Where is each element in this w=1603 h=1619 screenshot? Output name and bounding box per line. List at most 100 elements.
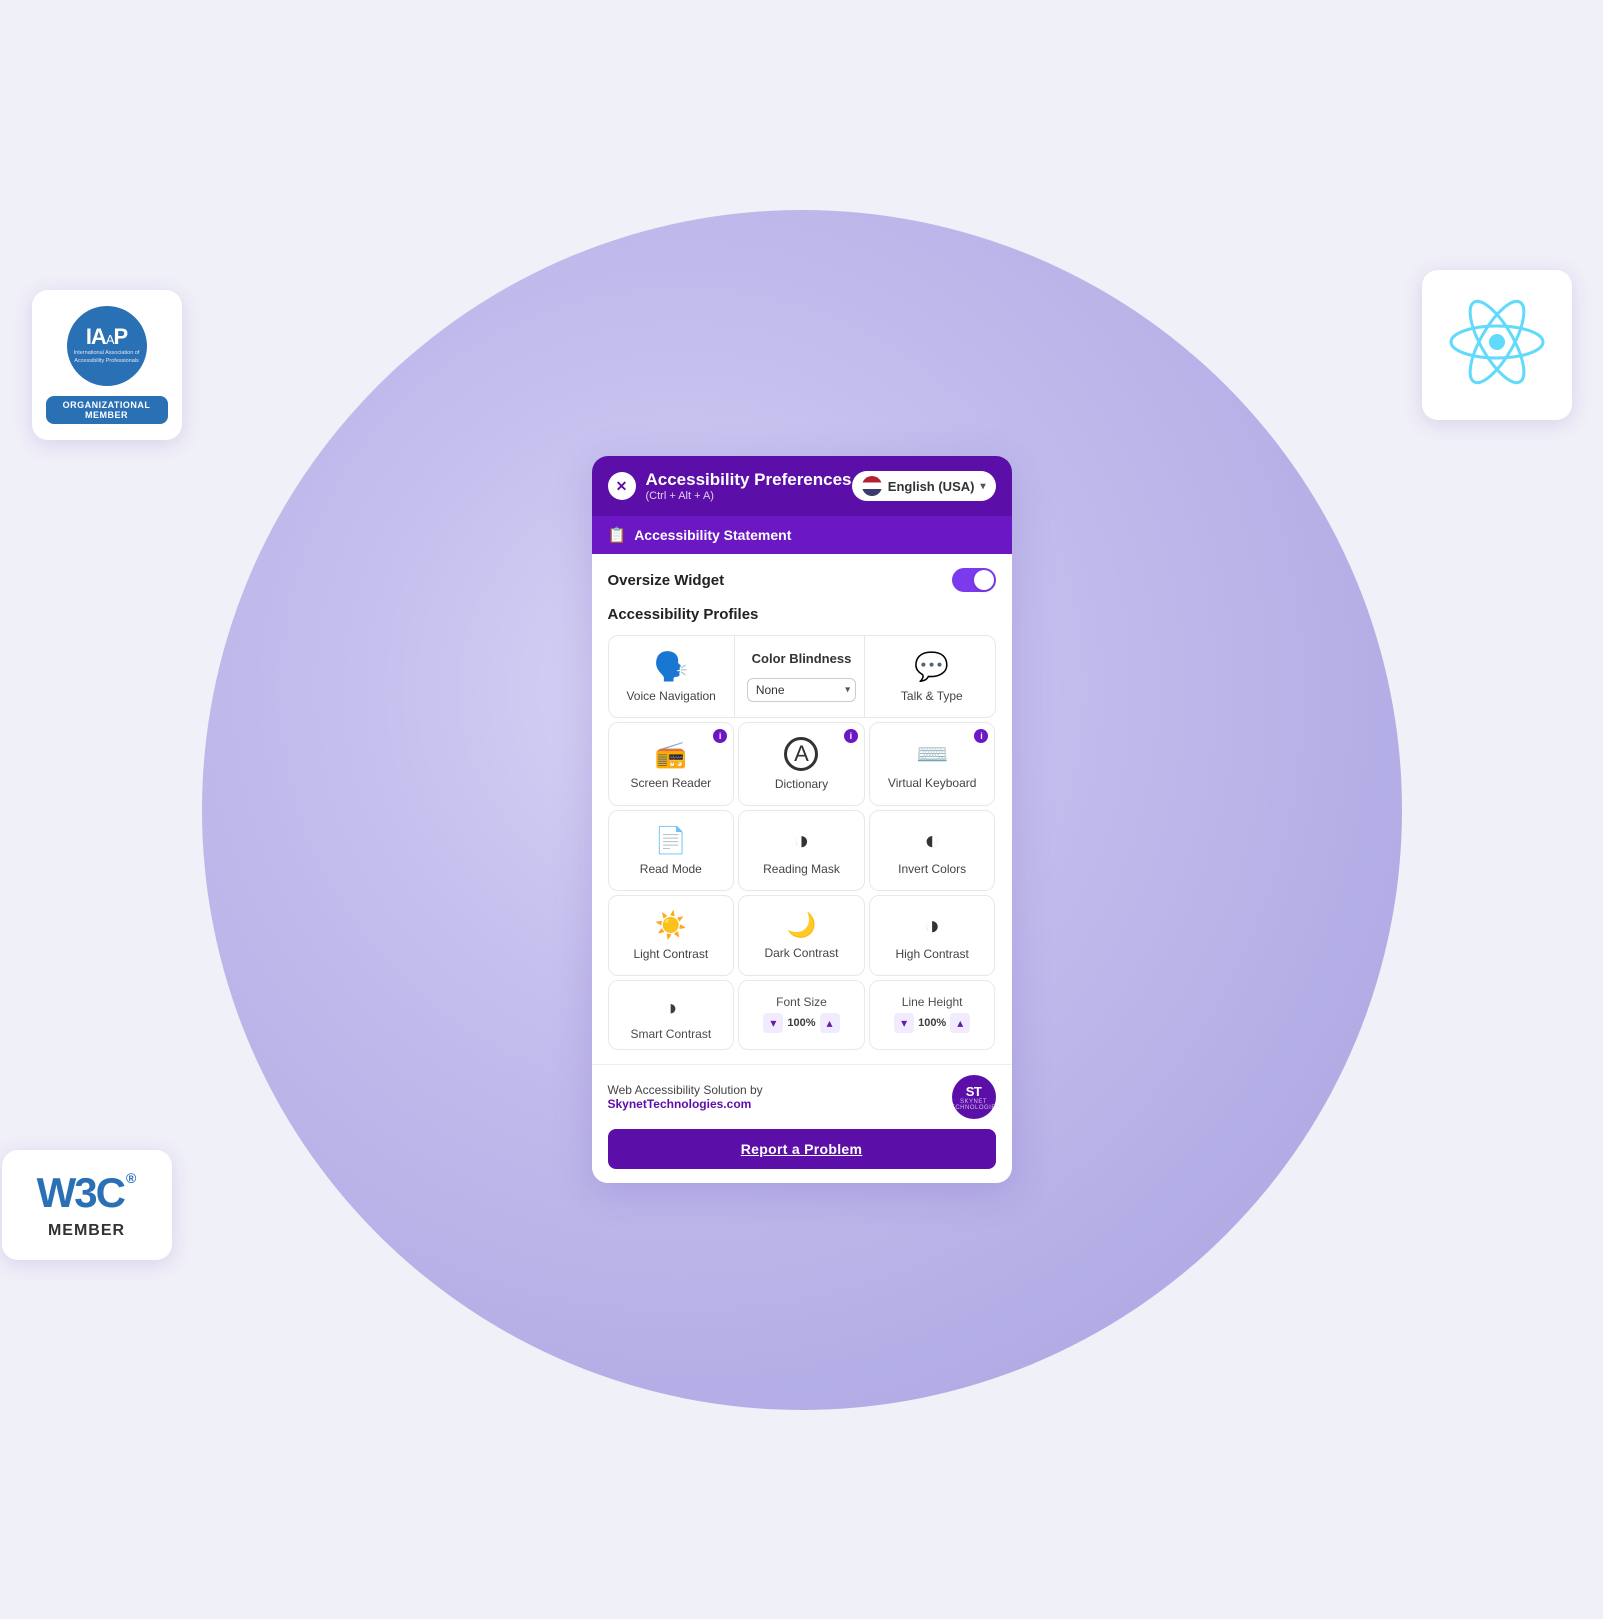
w3c-member-label: MEMBER [48, 1222, 125, 1240]
font-size-stepper: ▾ 100% ▴ [763, 1013, 839, 1033]
high-contrast-label: High Contrast [895, 947, 968, 961]
st-logo-sub: SKYNETTECHNOLOGIES [947, 1099, 1001, 1111]
w3c-text: W3C [37, 1172, 124, 1214]
dark-contrast-icon: 🌙 [787, 911, 817, 940]
statement-text: Accessibility Statement [634, 527, 791, 543]
virtual-keyboard-info-icon[interactable]: i [974, 729, 988, 743]
footer-text-block: Web Accessibility Solution by SkynetTech… [608, 1083, 763, 1111]
virtual-keyboard-icon: ⌨️ [916, 739, 948, 770]
oversize-label: Oversize Widget [608, 572, 725, 589]
accessibility-statement-bar[interactable]: 📋 Accessibility Statement [592, 516, 1012, 554]
widget-footer: Web Accessibility Solution by SkynetTech… [592, 1064, 1012, 1183]
talk-type-icon: 💬 [914, 650, 949, 683]
high-contrast-icon: ◑ [924, 910, 940, 941]
voice-navigation-item[interactable]: 🗣️ Voice Navigation [609, 636, 735, 717]
st-logo: ST SKYNETTECHNOLOGIES [952, 1075, 996, 1119]
color-blindness-item: Color Blindness None Protanopia Deuteran… [739, 636, 865, 717]
reading-mask-item[interactable]: ◑ Reading Mask [738, 810, 865, 891]
invert-colors-label: Invert Colors [898, 862, 966, 876]
light-contrast-icon: ☀️ [655, 910, 687, 941]
invert-colors-icon: ◐ [924, 825, 940, 856]
smart-contrast-label: Smart Contrast [630, 1027, 711, 1041]
color-blindness-select-wrapper: None Protanopia Deuteranopia Tritanopia … [747, 678, 856, 702]
oversize-toggle[interactable] [952, 568, 996, 592]
dark-contrast-label: Dark Contrast [764, 946, 838, 960]
close-icon: ✕ [616, 479, 628, 493]
light-contrast-label: Light Contrast [633, 947, 708, 961]
footer-brand-text: Web Accessibility Solution by [608, 1083, 763, 1097]
font-size-label: Font Size [776, 995, 827, 1009]
row-reader-dict-keyboard: i 📻 Screen Reader i A Dictionary i ⌨️ Vi… [608, 722, 996, 806]
color-blindness-select[interactable]: None Protanopia Deuteranopia Tritanopia … [747, 678, 856, 702]
line-height-stepper: ▾ 100% ▴ [894, 1013, 970, 1033]
widget-header: ✕ Accessibility Preferences (Ctrl + Alt … [592, 456, 1012, 516]
font-size-decrease[interactable]: ▾ [763, 1013, 783, 1033]
read-mode-label: Read Mode [640, 862, 702, 876]
color-blindness-label: Color Blindness [752, 651, 852, 666]
line-height-item[interactable]: Line Height ▾ 100% ▴ [869, 980, 996, 1050]
font-size-value: 100% [787, 1017, 815, 1029]
row-contrast: ☀️ Light Contrast 🌙 Dark Contrast ◑ High… [608, 895, 996, 976]
dictionary-item[interactable]: i A Dictionary [738, 722, 865, 806]
high-contrast-item[interactable]: ◑ High Contrast [869, 895, 996, 976]
line-height-decrease[interactable]: ▾ [894, 1013, 914, 1033]
virtual-keyboard-label: Virtual Keyboard [888, 776, 977, 790]
header-left: ✕ Accessibility Preferences (Ctrl + Alt … [608, 470, 852, 502]
dictionary-label: Dictionary [775, 777, 828, 791]
smart-contrast-icon: ◑ [664, 995, 677, 1021]
st-logo-text: ST [966, 1084, 982, 1099]
row-read-mask-invert: 📄 Read Mode ◑ Reading Mask ◐ Invert Colo… [608, 810, 996, 891]
chevron-down-icon: ▾ [980, 481, 985, 492]
screen-reader-icon: 📻 [655, 739, 687, 770]
react-badge [1422, 270, 1572, 420]
smart-contrast-item[interactable]: ◑ Smart Contrast [608, 980, 735, 1050]
iaap-org-label: ORGANIZATIONAL MEMBER [46, 396, 168, 424]
dark-contrast-item[interactable]: 🌙 Dark Contrast [738, 895, 865, 976]
header-subtitle: (Ctrl + Alt + A) [646, 490, 852, 502]
line-height-label: Line Height [902, 995, 963, 1009]
virtual-keyboard-item[interactable]: i ⌨️ Virtual Keyboard [869, 722, 996, 806]
iaap-badge: IAAP International Association of Access… [32, 290, 182, 440]
reading-mask-label: Reading Mask [763, 862, 840, 876]
screen-reader-info-icon[interactable]: i [713, 729, 727, 743]
oversize-row: Oversize Widget [608, 568, 996, 592]
document-icon: 📋 [608, 526, 627, 544]
screen-reader-item[interactable]: i 📻 Screen Reader [608, 722, 735, 806]
font-size-item[interactable]: Font Size ▾ 100% ▴ [738, 980, 865, 1050]
screen-reader-label: Screen Reader [630, 776, 711, 790]
invert-colors-item[interactable]: ◐ Invert Colors [869, 810, 996, 891]
talk-type-label: Talk & Type [901, 689, 963, 703]
light-contrast-item[interactable]: ☀️ Light Contrast [608, 895, 735, 976]
dictionary-info-icon[interactable]: i [844, 729, 858, 743]
iaap-circle: IAAP International Association of Access… [67, 306, 147, 386]
toggle-knob [974, 570, 994, 590]
lang-label: English (USA) [888, 479, 975, 494]
flag-icon [862, 476, 882, 496]
footer-brand-link[interactable]: SkynetTechnologies.com [608, 1097, 763, 1111]
iaap-subtitle: International Association of Accessibili… [67, 350, 147, 364]
font-size-increase[interactable]: ▴ [820, 1013, 840, 1033]
w3c-logo: W3C ® [37, 1170, 137, 1214]
row-smart-font-line: ◑ Smart Contrast Font Size ▾ 100% ▴ Line… [608, 980, 996, 1050]
language-selector[interactable]: English (USA) ▾ [852, 471, 996, 501]
read-mode-icon: 📄 [655, 825, 687, 856]
background-circle: IAAP International Association of Access… [202, 210, 1402, 1410]
close-button[interactable]: ✕ [608, 472, 636, 500]
reading-mask-icon: ◑ [794, 825, 810, 856]
line-height-value: 100% [918, 1017, 946, 1029]
w3c-registered: ® [126, 1170, 136, 1186]
header-title: Accessibility Preferences [646, 470, 852, 490]
read-mode-item[interactable]: 📄 Read Mode [608, 810, 735, 891]
profiles-label: Accessibility Profiles [608, 606, 996, 623]
iaap-title: IAAP [86, 326, 127, 348]
footer-brand: Web Accessibility Solution by SkynetTech… [608, 1075, 996, 1119]
profiles-top-row: 🗣️ Voice Navigation Color Blindness None… [608, 635, 996, 718]
line-height-increase[interactable]: ▴ [950, 1013, 970, 1033]
widget-body: Oversize Widget Accessibility Profiles 🗣… [592, 554, 1012, 1064]
header-title-block: Accessibility Preferences (Ctrl + Alt + … [646, 470, 852, 502]
w3c-badge: W3C ® MEMBER [2, 1150, 172, 1260]
talk-type-item[interactable]: 💬 Talk & Type [869, 636, 994, 717]
report-problem-button[interactable]: Report a Problem [608, 1129, 996, 1169]
accessibility-widget: ✕ Accessibility Preferences (Ctrl + Alt … [592, 456, 1012, 1183]
dictionary-icon: A [784, 737, 818, 771]
